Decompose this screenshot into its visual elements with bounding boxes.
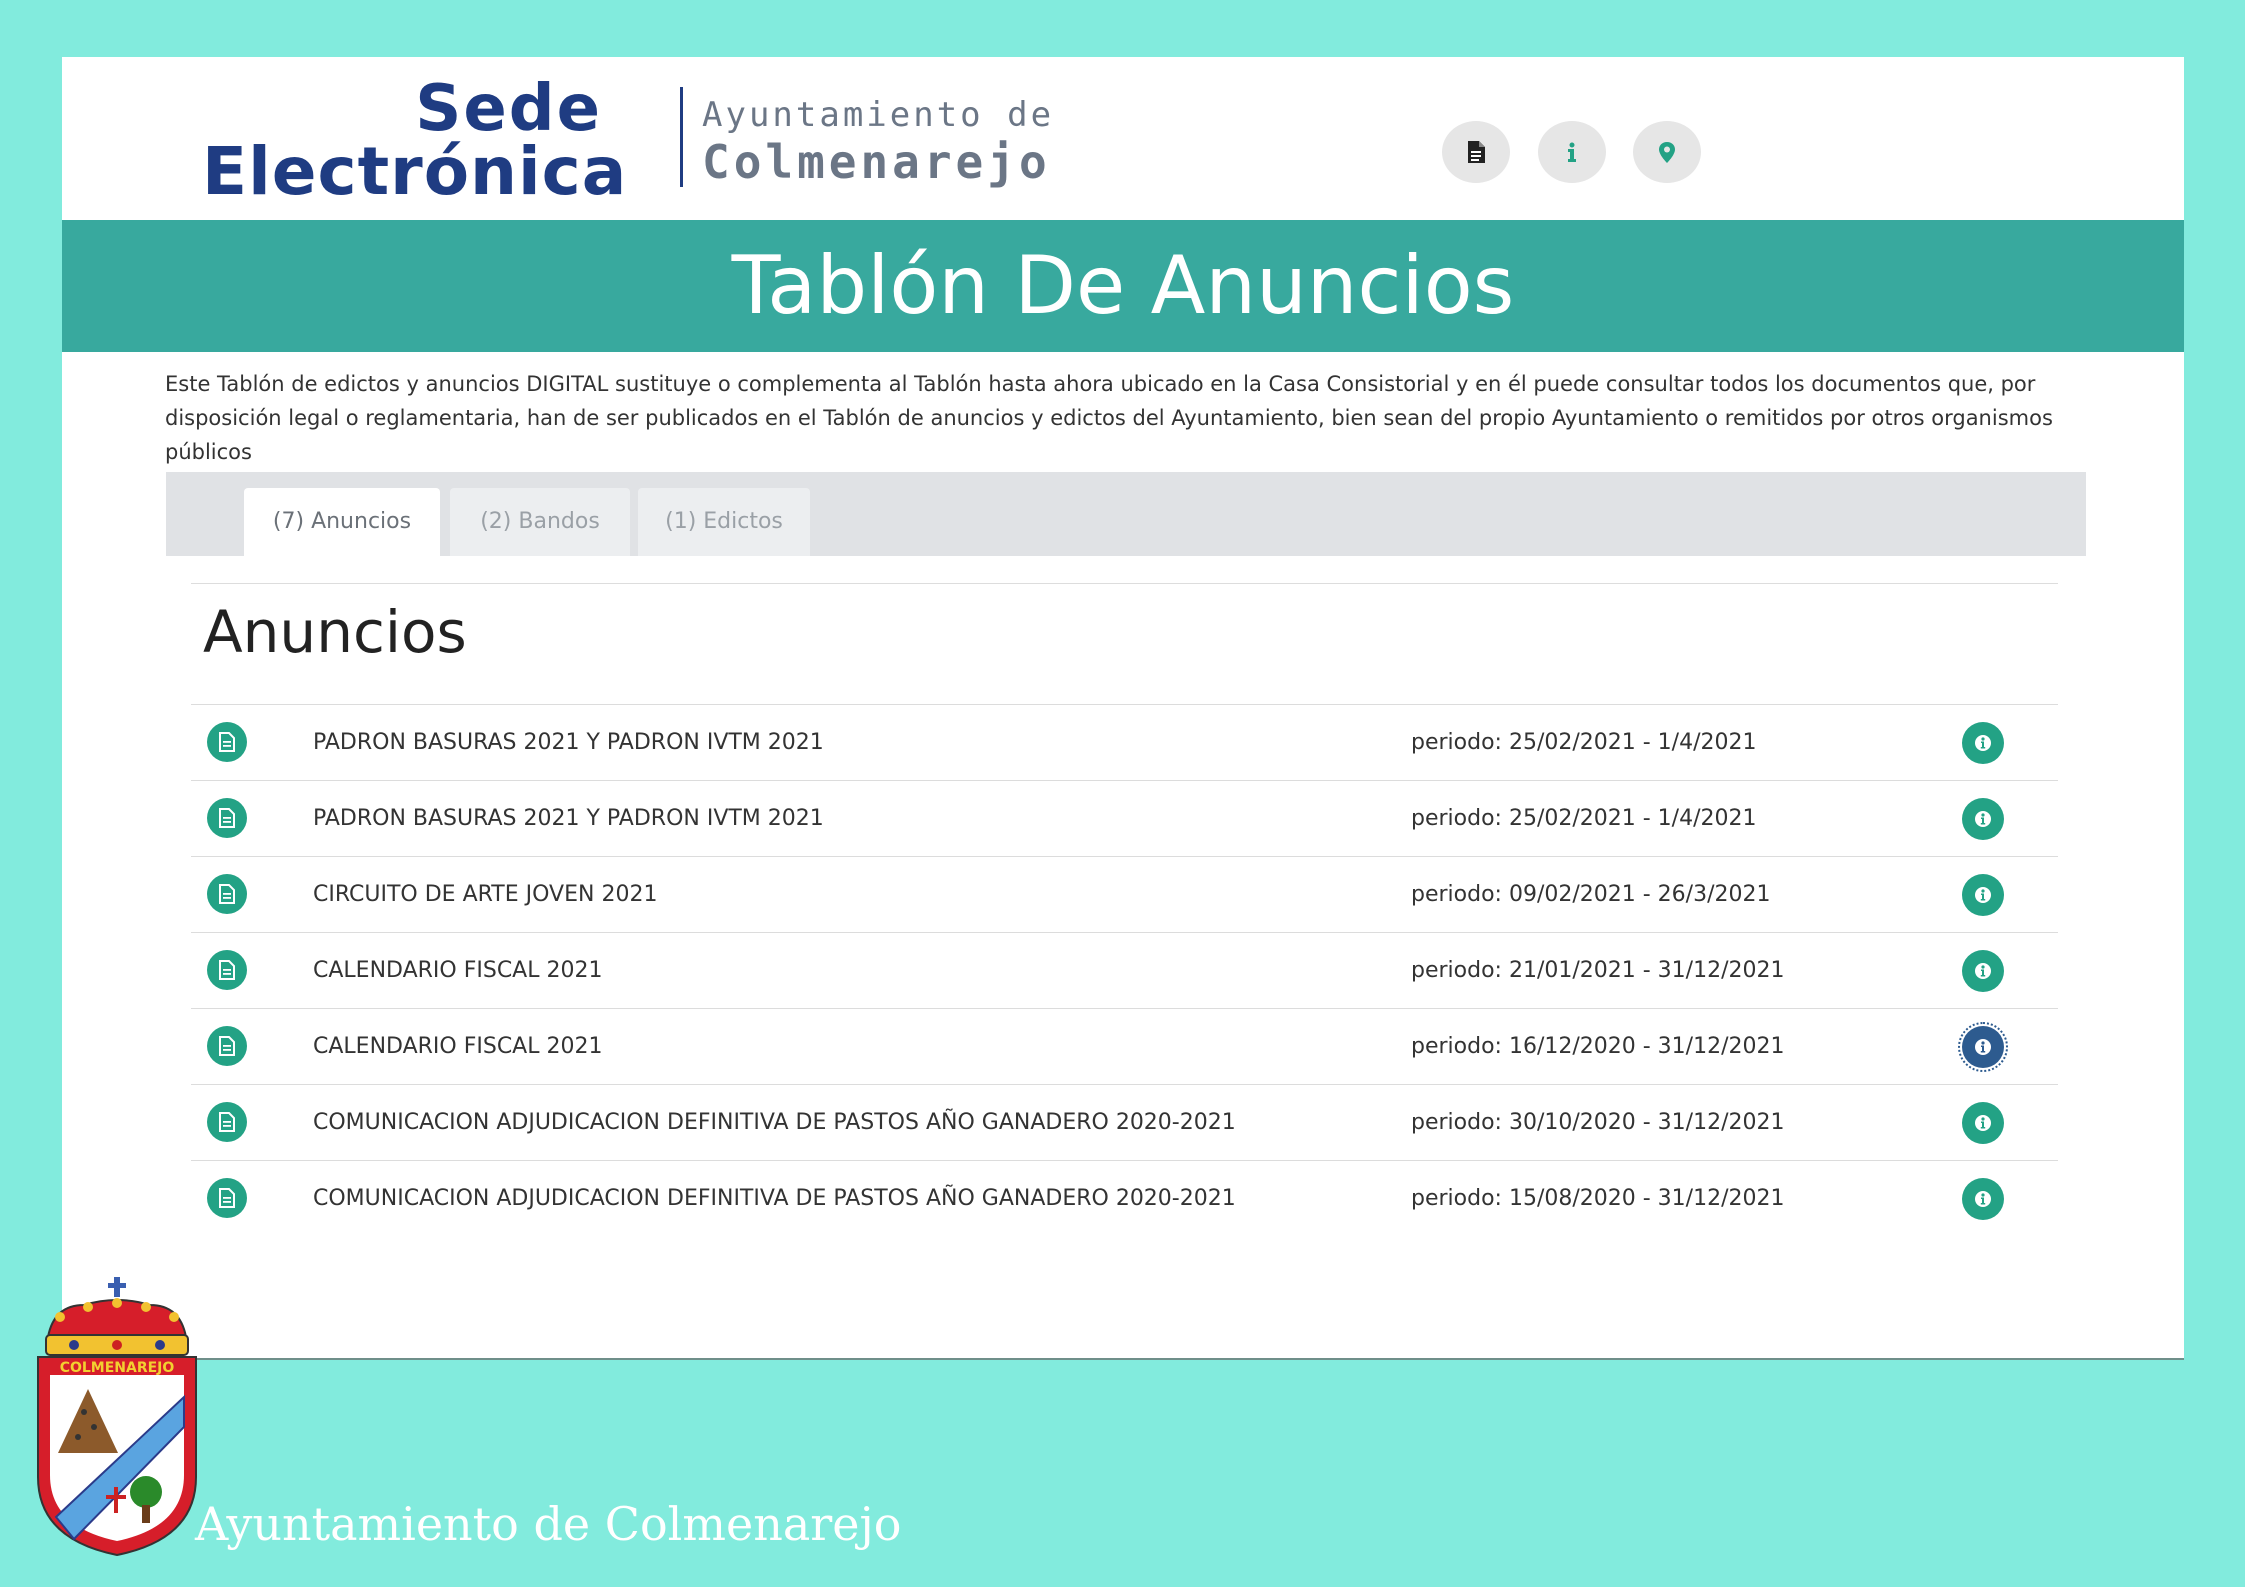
announcement-period: periodo: 16/12/2020 - 31/12/2021 [1411, 1034, 1785, 1059]
document-icon[interactable] [207, 874, 247, 914]
info-icon[interactable] [1962, 798, 2004, 840]
location-button[interactable] [1633, 121, 1701, 183]
page-title-banner: Tablón De Anuncios [62, 220, 2184, 352]
info-icon [1568, 142, 1576, 162]
panel-divider [191, 583, 2058, 584]
announcement-period: periodo: 30/10/2020 - 31/12/2021 [1411, 1110, 1785, 1135]
announcement-title[interactable]: COMUNICACION ADJUDICACION DEFINITIVA DE … [313, 1085, 1236, 1160]
document-icon[interactable] [207, 722, 247, 762]
document-icon[interactable] [207, 950, 247, 990]
tab-bar: (7) Anuncios (2) Bandos (1) Edictos [166, 472, 2086, 556]
document-icon [1468, 141, 1485, 163]
info-icon[interactable] [1958, 1022, 2008, 1072]
tab-bandos[interactable]: (2) Bandos [450, 488, 630, 556]
logo-sub2: Colmenarejo [702, 135, 1051, 189]
info-icon[interactable] [1962, 1102, 2004, 1144]
table-row: COMUNICACION ADJUDICACION DEFINITIVA DE … [191, 1160, 2058, 1236]
card-bottom-border [62, 1358, 2184, 1360]
crown-icon [45, 1277, 189, 1356]
intro-text: Este Tablón de edictos y anuncios DIGITA… [165, 372, 2053, 464]
info-icon[interactable] [1962, 1178, 2004, 1220]
table-row: COMUNICACION ADJUDICACION DEFINITIVA DE … [191, 1084, 2058, 1160]
info-icon[interactable] [1962, 722, 2004, 764]
logo-sub1: Ayuntamiento de [702, 95, 1055, 135]
colmenarejo-coat-of-arms: COLMENAREJO [37, 1277, 197, 1557]
footer-caption: Ayuntamiento de Colmenarejo [195, 1497, 902, 1551]
announcement-title[interactable]: CALENDARIO FISCAL 2021 [313, 933, 602, 1008]
map-pin-icon [1659, 142, 1675, 163]
info-icon[interactable] [1962, 950, 2004, 992]
announcement-title[interactable]: PADRON BASURAS 2021 Y PADRON IVTM 2021 [313, 781, 824, 856]
announcement-title[interactable]: CIRCUITO DE ARTE JOVEN 2021 [313, 857, 657, 932]
announcement-title[interactable]: COMUNICACION ADJUDICACION DEFINITIVA DE … [313, 1161, 1236, 1236]
announcement-title[interactable]: CALENDARIO FISCAL 2021 [313, 1009, 602, 1084]
page-card: Sede Electrónica Ayuntamiento de Colmena… [62, 57, 2184, 1359]
announcement-title[interactable]: PADRON BASURAS 2021 Y PADRON IVTM 2021 [313, 705, 824, 780]
crest-label: COLMENAREJO [60, 1360, 175, 1376]
announcement-period: periodo: 15/08/2020 - 31/12/2021 [1411, 1186, 1785, 1211]
announcement-period: periodo: 25/02/2021 - 1/4/2021 [1411, 730, 1757, 755]
documents-button[interactable] [1442, 121, 1510, 183]
announcement-list: PADRON BASURAS 2021 Y PADRON IVTM 2021 pe… [191, 704, 2058, 1236]
section-title: Anuncios [203, 598, 467, 666]
table-row: PADRON BASURAS 2021 Y PADRON IVTM 2021 pe… [191, 780, 2058, 856]
logo-line1: Sede [415, 72, 602, 146]
logo-line2: Electrónica [202, 133, 628, 210]
document-icon[interactable] [207, 1102, 247, 1142]
document-icon[interactable] [207, 798, 247, 838]
info-icon[interactable] [1962, 874, 2004, 916]
table-row: PADRON BASURAS 2021 Y PADRON IVTM 2021 pe… [191, 704, 2058, 780]
announcement-period: periodo: 21/01/2021 - 31/12/2021 [1411, 958, 1785, 983]
announcement-period: periodo: 25/02/2021 - 1/4/2021 [1411, 806, 1757, 831]
info-button[interactable] [1538, 121, 1606, 183]
document-icon[interactable] [207, 1178, 247, 1218]
table-row: CALENDARIO FISCAL 2021 periodo: 16/12/202… [191, 1008, 2058, 1084]
tab-anuncios[interactable]: (7) Anuncios [244, 488, 440, 556]
announcement-period: periodo: 09/02/2021 - 26/3/2021 [1411, 882, 1771, 907]
table-row: CALENDARIO FISCAL 2021 periodo: 21/01/202… [191, 932, 2058, 1008]
table-row: CIRCUITO DE ARTE JOVEN 2021 periodo: 09/0… [191, 856, 2058, 932]
tab-edictos[interactable]: (1) Edictos [638, 488, 810, 556]
logo-divider [680, 87, 683, 187]
document-icon[interactable] [207, 1026, 247, 1066]
